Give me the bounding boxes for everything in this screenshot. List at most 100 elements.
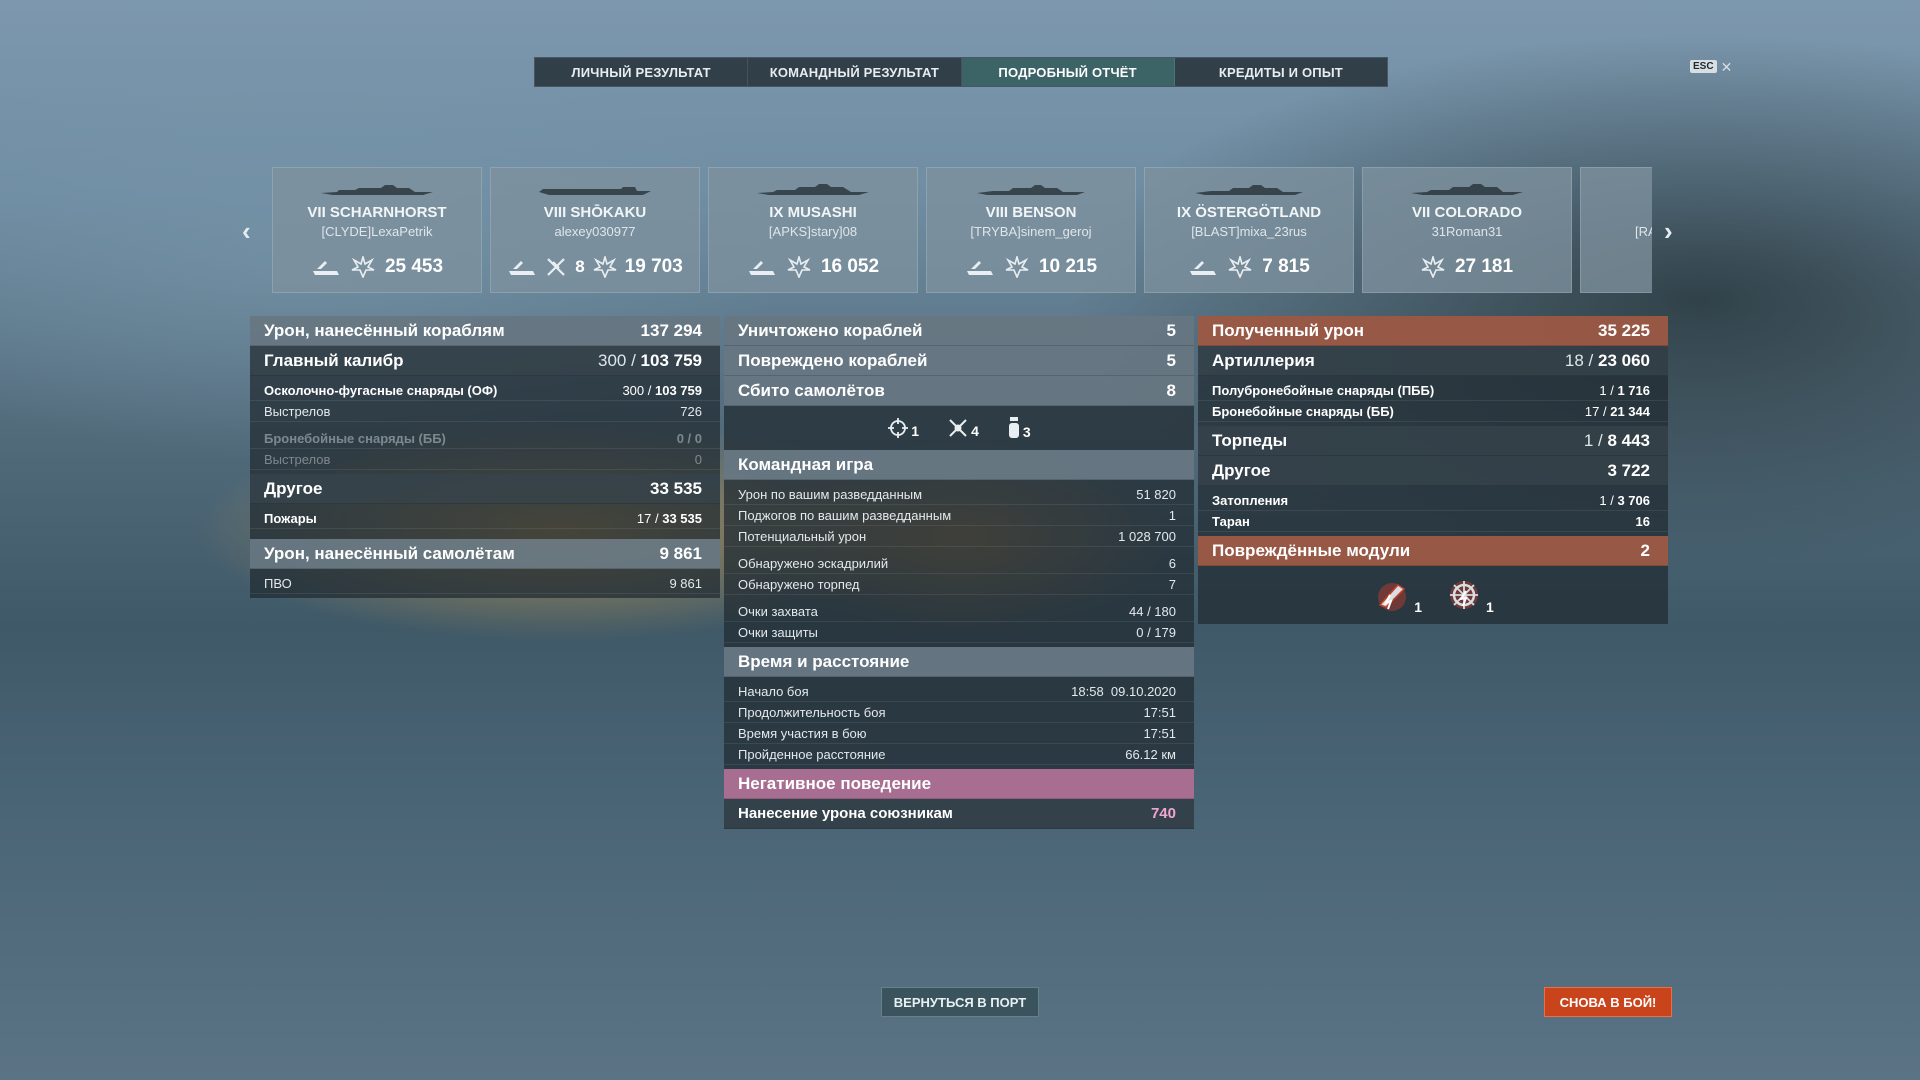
- battle-stats-panel: Уничтожено кораблей 5 Повреждено корабле…: [724, 316, 1194, 829]
- damage-received-panel: Полученный урон 35 225 Артиллерия 18 / 2…: [1198, 316, 1668, 624]
- carousel-prev-arrow-icon[interactable]: ‹: [242, 216, 251, 247]
- ship-card[interactable]: VII COLORADO 31Roman31 27 181: [1362, 167, 1572, 293]
- he-shells-row: Осколочно-фугасные снаряды (ОФ) 300 / 10…: [250, 380, 720, 401]
- ship-hit-icon: [966, 261, 993, 275]
- ship-hit-icon: [748, 261, 775, 275]
- damage-to-planes-value: 9 861: [659, 543, 702, 563]
- row-value: 18:58 09.10.2020: [1071, 683, 1176, 699]
- close-icon: ✕: [1720, 58, 1733, 75]
- ship-silhouette-icon: [757, 184, 869, 195]
- he-shells-hits: 300: [622, 382, 645, 398]
- plane-shot-icon: [547, 258, 565, 276]
- ram-value: 16: [1635, 513, 1650, 529]
- attack-aircraft-icon: [949, 419, 967, 437]
- flooding-row: Затопления 1 / 3 706: [1198, 490, 1668, 511]
- tab-personal-result[interactable]: ЛИЧНЫЙ РЕЗУЛЬТАТ: [535, 58, 749, 86]
- main-caliber-header: Главный калибр 300 / 103 759: [250, 346, 720, 376]
- row-label: Пройденное расстояние: [738, 746, 886, 762]
- ship-card[interactable]: VIII SHŌKAKU alexey030977 8 19 703: [490, 167, 700, 293]
- bomb-icon: [1008, 417, 1019, 438]
- damage-received-header: Полученный урон 35 225: [1198, 316, 1668, 346]
- player-name: [CLYDE]LexaPetrik: [321, 224, 433, 239]
- fighter-count: 1: [911, 423, 920, 439]
- ships-destroyed-value: 5: [1166, 320, 1176, 340]
- damage-to-planes-header: Урон, нанесённый самолётам 9 861: [250, 539, 720, 569]
- damage-received-value: 35 225: [1598, 320, 1650, 340]
- row-label: Потенциальный урон: [738, 528, 867, 544]
- row-value: 17:51: [1143, 704, 1176, 720]
- ship-carousel: VII SCHARNHORST [CLYDE]LexaPetrik 25 453…: [272, 167, 1652, 293]
- fighter-crosshair-icon: [888, 418, 909, 438]
- player-name: [APKS]stary]08: [768, 224, 858, 239]
- row-label: Поджогов по вашим разведданным: [738, 507, 952, 523]
- ship-silhouette-icon: [1195, 185, 1303, 195]
- team-row-torpedoes-spotted: Обнаружено торпед 7: [724, 574, 1194, 595]
- battle-again-button[interactable]: СНОВА В БОЙ!: [1544, 987, 1672, 1017]
- team-damage-label: Нанесение урона союзникам: [738, 805, 953, 822]
- return-to-port-button[interactable]: ВЕРНУТЬСЯ В ПОРТ: [881, 987, 1039, 1017]
- torpedoes-total: 8 443: [1607, 430, 1650, 450]
- player-name: 31Roman31: [1431, 224, 1503, 239]
- tab-team-result[interactable]: КОМАНДНЫЙ РЕЗУЛЬТАТ: [748, 58, 962, 86]
- flooding-label: Затопления: [1212, 492, 1289, 508]
- planes-shot-label: Сбито самолётов: [738, 380, 885, 400]
- ship-name: VII COLORADO: [1411, 204, 1522, 221]
- ship-card[interactable]: [RA: [1580, 167, 1652, 293]
- ap-shots-label: Выстрелов: [264, 451, 331, 467]
- ship-card[interactable]: VII SCHARNHORST [CLYDE]LexaPetrik 25 453: [272, 167, 482, 293]
- team-row-potential-damage: Потенциальный урон 1 028 700: [724, 526, 1194, 547]
- close-button[interactable]: ESC ✕: [1690, 58, 1733, 75]
- row-value: 66.12 км: [1125, 746, 1176, 762]
- damage-to-ships-value: 137 294: [640, 320, 702, 340]
- carousel-next-arrow-icon[interactable]: ›: [1664, 216, 1673, 247]
- player-name: [BLAST]mixa_23rus: [1191, 224, 1307, 239]
- time-row-distance: Пройденное расстояние 66.12 км: [724, 744, 1194, 765]
- row-value: 1 028 700: [1118, 528, 1176, 544]
- row-label: Обнаружено торпед: [738, 576, 860, 592]
- bomber-count: 3: [1022, 424, 1031, 440]
- ship-damage-value: 10 215: [1038, 256, 1098, 277]
- damaged-modules-header: Повреждённые модули 2: [1198, 536, 1668, 566]
- main-caliber-total: 103 759: [640, 350, 702, 370]
- tab-detailed-report[interactable]: ПОДРОБНЫЙ ОТЧЁТ: [961, 58, 1175, 86]
- tab-credits-xp[interactable]: КРЕДИТЫ И ОПЫТ: [1175, 58, 1387, 86]
- ap-shots-value: 0: [694, 451, 702, 467]
- team-row-spotting-damage: Урон по вашим разведданным 51 820: [724, 484, 1194, 505]
- ship-damage-value: 19 703: [624, 256, 683, 277]
- tab-bar: ЛИЧНЫЙ РЕЗУЛЬТАТ КОМАНДНЫЙ РЕЗУЛЬТАТ ПОД…: [534, 57, 1388, 87]
- sap-shells-hits: 1: [1599, 382, 1607, 398]
- ship-card[interactable]: IX ÖSTERGÖTLAND [BLAST]mixa_23rus 7 815: [1144, 167, 1354, 293]
- damage-to-planes-label: Урон, нанесённый самолётам: [264, 543, 515, 563]
- attacker-count: 4: [971, 423, 979, 439]
- main-caliber-label: Главный калибр: [264, 350, 404, 370]
- fires-row: Пожары 17 / 33 535: [250, 508, 720, 529]
- time-distance-label: Время и расстояние: [738, 651, 910, 671]
- other-damage-header: Другое 33 535: [250, 474, 720, 504]
- ship-card[interactable]: IX MUSASHI [APKS]stary]08 16 052: [708, 167, 918, 293]
- ship-damage-value: 7 815: [1262, 256, 1310, 277]
- row-value: 6: [1168, 555, 1176, 571]
- ship-card[interactable]: VIII BENSON [TRYBA]sinem_geroj 10 215: [926, 167, 1136, 293]
- row-value: 0 / 179: [1136, 624, 1176, 640]
- row-label: Обнаружено эскадрилий: [738, 555, 889, 571]
- fires-hits: 17: [636, 510, 652, 526]
- ram-row: Таран 16: [1198, 511, 1668, 532]
- artillery-label: Артиллерия: [1212, 350, 1315, 370]
- row-value: 7: [1168, 576, 1176, 592]
- ap-shots-row: Выстрелов 0: [250, 449, 720, 470]
- other-received-label: Другое: [1212, 460, 1271, 480]
- sap-shells-label: Полубронебойные снаряды (ПББ): [1212, 382, 1435, 398]
- damage-burst-icon: [1005, 256, 1029, 278]
- other-damage-label: Другое: [264, 478, 323, 498]
- time-distance-rows: Начало боя 18:58 09.10.2020 Продолжительн…: [724, 677, 1194, 769]
- damaged-modules-label: Повреждённые модули: [1212, 540, 1411, 560]
- row-label: Урон по вашим разведданным: [738, 486, 923, 502]
- ship-silhouette-icon: [539, 187, 651, 195]
- ship-hit-icon: [312, 261, 339, 275]
- row-value: 51 820: [1136, 486, 1176, 502]
- ram-label: Таран: [1212, 513, 1250, 529]
- ship-name: IX ÖSTERGÖTLAND: [1176, 204, 1322, 221]
- player-name: [RA: [1635, 224, 1652, 239]
- planes-shot-value: 8: [1166, 380, 1176, 400]
- artillery-header: Артиллерия 18 / 23 060: [1198, 346, 1668, 376]
